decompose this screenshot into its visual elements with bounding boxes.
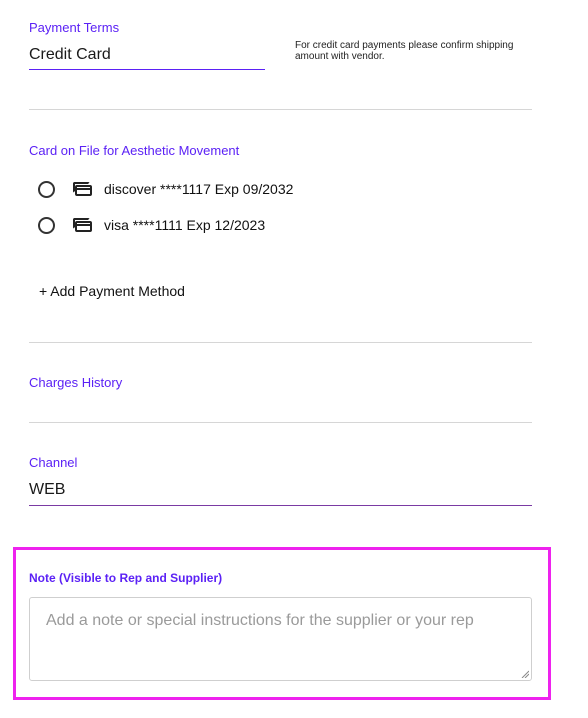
note-label: Note (Visible to Rep and Supplier) — [29, 571, 223, 585]
channel-label: Channel — [29, 455, 78, 470]
radio-button[interactable] — [38, 180, 55, 198]
channel-underline — [29, 505, 532, 506]
credit-card-icon — [73, 182, 92, 196]
resize-handle-icon[interactable] — [521, 670, 529, 678]
card-option-label: discover ****1117 Exp 09/2032 — [104, 181, 294, 197]
payment-terms-label: Payment Terms — [29, 20, 120, 35]
card-option-visa[interactable]: visa ****1111 Exp 12/2023 — [38, 214, 265, 236]
add-payment-method-button[interactable]: + Add Payment Method — [39, 283, 185, 299]
note-textarea[interactable]: Add a note or special instructions for t… — [29, 597, 532, 681]
payment-terms-underline — [29, 69, 265, 70]
radio-button[interactable] — [38, 216, 55, 234]
section-divider — [29, 342, 532, 343]
payment-details-form: Payment Terms Credit Card For credit car… — [0, 0, 588, 718]
channel-value: WEB — [29, 481, 66, 498]
section-divider — [29, 109, 532, 110]
charges-history-link[interactable]: Charges History — [29, 375, 122, 390]
card-on-file-label: Card on File for Aesthetic Movement — [29, 143, 240, 158]
note-placeholder: Add a note or special instructions for t… — [46, 612, 474, 629]
payment-terms-note: For credit card payments please confirm … — [295, 40, 514, 62]
payment-terms-select[interactable]: Credit Card — [29, 46, 111, 64]
section-divider — [29, 422, 532, 423]
card-option-discover[interactable]: discover ****1117 Exp 09/2032 — [38, 178, 293, 200]
credit-card-icon — [73, 218, 92, 232]
card-option-label: visa ****1111 Exp 12/2023 — [104, 217, 266, 233]
